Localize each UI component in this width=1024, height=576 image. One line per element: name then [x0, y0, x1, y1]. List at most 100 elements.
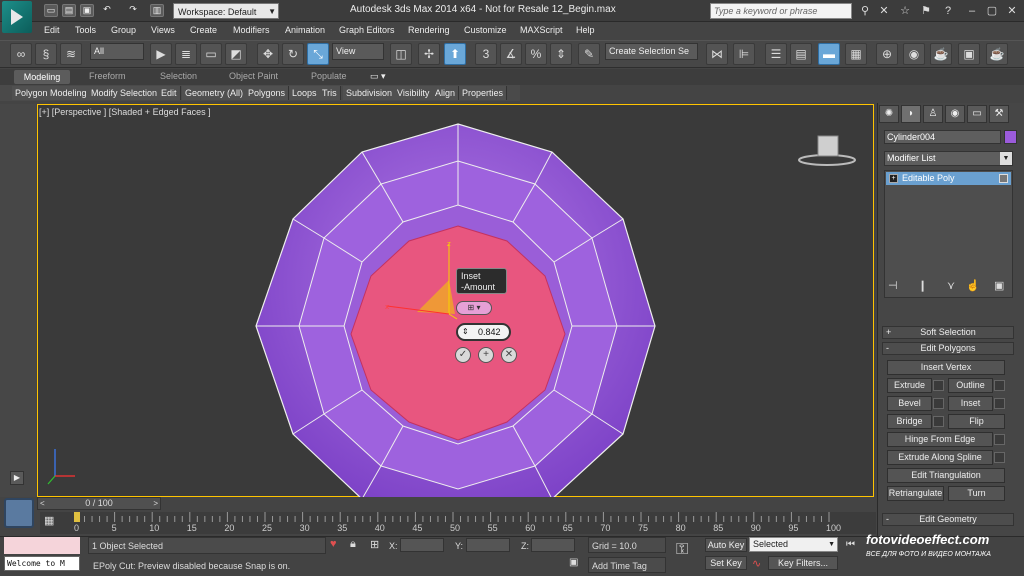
panel-loops[interactable]: Loops [289, 86, 321, 100]
outline-button[interactable]: Outline [948, 378, 993, 393]
display-tab-icon[interactable]: ▭ [967, 105, 987, 123]
menu-customize[interactable]: Customize [464, 25, 507, 35]
absolute-mode-icon[interactable]: ⊞ [370, 538, 379, 551]
rollout-edit-polygons[interactable]: - Edit Polygons [882, 342, 1014, 355]
keyboard-shortcut-icon[interactable]: ⬆ [444, 43, 466, 65]
menu-tools[interactable]: Tools [75, 25, 96, 35]
tab-modeling[interactable]: Modeling [14, 70, 70, 84]
z-coordinate-field[interactable] [531, 538, 575, 552]
render-frame-icon[interactable]: ▣ [958, 43, 980, 65]
retriangulate-button[interactable]: Retriangulate [887, 486, 944, 501]
tab-freeform[interactable]: Freeform [89, 71, 126, 81]
create-tab-icon[interactable]: ✺ [879, 105, 899, 123]
edit-named-selection-icon[interactable]: ✎ [578, 43, 600, 65]
menu-group[interactable]: Group [111, 25, 136, 35]
insert-vertex-button[interactable]: Insert Vertex [887, 360, 1005, 375]
flip-button[interactable]: Flip [948, 414, 1005, 429]
binoculars-icon[interactable]: ⚲ [857, 3, 873, 19]
hinge-from-edge-button[interactable]: Hinge From Edge [887, 432, 993, 447]
extrude-button[interactable]: Extrude [887, 378, 932, 393]
set-key-button[interactable]: Set Key [705, 556, 747, 570]
close-icon[interactable]: ✕ [1004, 3, 1020, 19]
motion-tab-icon[interactable]: ◉ [945, 105, 965, 123]
inset-type-dropdown[interactable]: ⊞ ▾ [456, 301, 492, 315]
set-key-icon[interactable]: ⚿ [676, 541, 688, 559]
menu-edit[interactable]: Edit [44, 25, 60, 35]
search-input[interactable]: Type a keyword or phrase [710, 3, 852, 19]
panel-polygons[interactable]: Polygons [245, 86, 290, 100]
panel-visibility[interactable]: Visibility [394, 86, 434, 100]
tools-icon[interactable]: ✕ [876, 3, 892, 19]
menu-maxscript[interactable]: MAXScript [520, 25, 563, 35]
stack-item-toggle[interactable] [999, 174, 1008, 183]
key-mode-icon[interactable]: ∿ [752, 557, 761, 570]
curve-editor-icon[interactable]: ▦ [845, 43, 867, 65]
key-selection-dropdown[interactable]: Selected ▼ [749, 537, 838, 552]
remove-modifier-icon[interactable]: ☝ [966, 279, 980, 292]
rotate-icon[interactable]: ↻ [282, 43, 304, 65]
hinge-settings-button[interactable] [994, 434, 1005, 445]
time-slider[interactable]: < 0 / 100 > [37, 497, 161, 510]
unlink-icon[interactable]: § [35, 43, 57, 65]
ribbon-options-icon[interactable]: ▭ ▾ [370, 71, 386, 82]
next-frame-icon[interactable]: > [153, 498, 158, 509]
selection-lock-icon[interactable]: 🔒︎ [350, 538, 356, 551]
spinner-snap-icon[interactable]: ⇕ [550, 43, 572, 65]
cylinder-mesh[interactable]: z x [37, 104, 874, 497]
show-end-result-icon[interactable]: ❙ [918, 279, 927, 292]
bevel-button[interactable]: Bevel [887, 396, 932, 411]
go-to-start-icon[interactable]: ⏮ [846, 539, 855, 550]
extrude-settings-button[interactable] [933, 380, 944, 391]
open-file-icon[interactable]: ▤ [62, 4, 76, 17]
link-icon[interactable]: ∞ [10, 43, 32, 65]
menu-views[interactable]: Views [151, 25, 175, 35]
menu-graph-editors[interactable]: Graph Editors [339, 25, 395, 35]
extrude-along-spline-button[interactable]: Extrude Along Spline [887, 450, 993, 465]
redo-icon[interactable]: ↷ [126, 4, 140, 17]
workspace-dropdown[interactable]: Workspace: Default ▼ [173, 3, 279, 19]
layer-manager-icon[interactable]: ▤ [790, 43, 812, 65]
caddy-cancel-icon[interactable]: ✕ [501, 347, 517, 363]
scale-icon[interactable]: ⤡ [307, 43, 329, 65]
tab-object-paint[interactable]: Object Paint [229, 71, 278, 81]
selection-filter-dropdown[interactable]: All [90, 43, 144, 60]
make-unique-icon[interactable]: ⋎ [947, 279, 955, 292]
rollout-soft-selection[interactable]: + Soft Selection [882, 326, 1014, 339]
panel-tris[interactable]: Tris [319, 86, 341, 100]
menu-create[interactable]: Create [190, 25, 217, 35]
app-logo-icon[interactable] [2, 1, 32, 33]
inset-amount-value[interactable]: 0.842 [478, 327, 501, 337]
pivot-center-icon[interactable]: ◫ [390, 43, 412, 65]
panel-modify-selection[interactable]: Modify Selection [88, 86, 162, 100]
panel-subdivision[interactable]: Subdivision [343, 86, 397, 100]
bridge-settings-button[interactable] [933, 416, 944, 427]
inset-amount-spinner[interactable]: ⇕ 0.842 [456, 323, 511, 341]
caddy-apply-icon[interactable]: + [478, 347, 494, 363]
menu-help[interactable]: Help [576, 25, 595, 35]
maximize-icon[interactable]: ▢ [984, 3, 1000, 19]
bevel-settings-button[interactable] [933, 398, 944, 409]
undo-icon[interactable]: ↶ [100, 4, 114, 17]
turn-button[interactable]: Turn [948, 486, 1005, 501]
select-object-icon[interactable]: ▶ [150, 43, 172, 65]
expand-arrow-icon[interactable]: ▶ [10, 471, 24, 485]
stack-item-editable-poly[interactable]: + Editable Poly [886, 172, 1011, 185]
star-icon[interactable]: ☆ [897, 3, 913, 19]
configure-sets-icon[interactable]: ▣ [994, 279, 1004, 292]
bind-spacewarp-icon[interactable]: ≋ [60, 43, 82, 65]
new-file-icon[interactable]: ▭ [44, 4, 58, 17]
align-icon[interactable]: ⊫ [733, 43, 755, 65]
inset-button[interactable]: Inset [948, 396, 993, 411]
mini-listener-icon[interactable] [4, 498, 34, 528]
rect-selection-icon[interactable]: ▭ [200, 43, 222, 65]
panel-align[interactable]: Align [432, 86, 460, 100]
bridge-button[interactable]: Bridge [887, 414, 932, 429]
panel-edit[interactable]: Edit [158, 86, 181, 100]
maxscript-listener-input[interactable] [4, 537, 80, 554]
select-by-name-icon[interactable]: ≣ [175, 43, 197, 65]
panel-properties[interactable]: Properties [459, 86, 508, 100]
named-selection-dropdown[interactable]: Create Selection Se [605, 43, 698, 60]
mirror-icon[interactable]: ⋈ [706, 43, 728, 65]
save-file-icon[interactable]: ▣ [80, 4, 94, 17]
isolate-selection-icon[interactable]: ♥ [330, 538, 337, 550]
